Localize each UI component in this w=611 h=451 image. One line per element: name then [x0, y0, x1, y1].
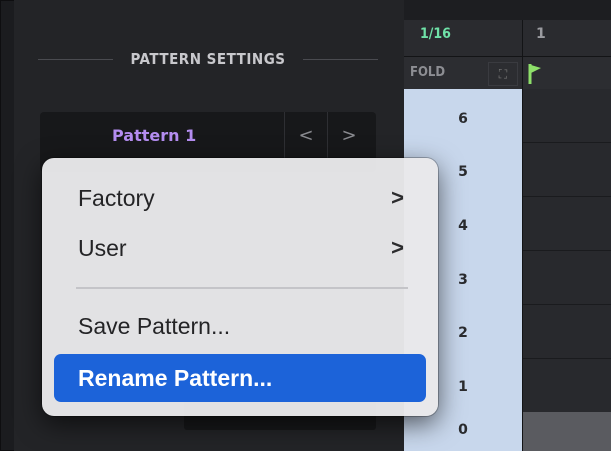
menu-item-factory[interactable]: Factory >: [54, 174, 426, 222]
pattern-nav: < >: [284, 112, 370, 158]
header-rule-right: [303, 58, 379, 60]
grid-line: [523, 358, 611, 359]
chevron-right-icon: >: [391, 185, 404, 210]
menu-separator: [76, 287, 408, 289]
settings-header: PATTERN SETTINGS: [38, 44, 379, 74]
settings-title: PATTERN SETTINGS: [130, 50, 286, 68]
grid-line: [523, 304, 611, 305]
menu-item-label: User: [78, 234, 127, 261]
grid-line: [523, 196, 611, 197]
next-pattern-button[interactable]: >: [327, 112, 370, 158]
menu-item-rename-pattern[interactable]: Rename Pattern...: [54, 354, 426, 402]
menu-item-label: Rename Pattern...: [78, 364, 273, 391]
row-label: 0: [458, 422, 468, 438]
chevron-right-icon: >: [391, 235, 404, 260]
flag-icon[interactable]: [528, 63, 542, 85]
bar-number: 1: [536, 26, 546, 42]
header-rule-left: [38, 58, 113, 60]
menu-item-label: Save Pattern...: [78, 312, 231, 339]
grid-cells[interactable]: [523, 89, 611, 451]
grid-bottom-row[interactable]: [523, 412, 611, 451]
fold-button[interactable]: FOLD: [410, 65, 445, 80]
menu-item-label: Factory: [78, 184, 155, 211]
pattern-name[interactable]: Pattern 1: [112, 126, 196, 145]
prev-pattern-button[interactable]: <: [284, 112, 327, 158]
context-menu: Factory > User > Save Pattern... Rename …: [42, 158, 438, 416]
grid-line: [523, 142, 611, 143]
resolution-display[interactable]: 1/16: [420, 26, 451, 42]
menu-item-user[interactable]: User >: [54, 224, 426, 272]
expand-icon[interactable]: ⛶: [488, 62, 518, 86]
grid-line: [523, 250, 611, 251]
menu-item-save-pattern[interactable]: Save Pattern...: [54, 302, 426, 350]
row-label: 6: [458, 111, 468, 127]
